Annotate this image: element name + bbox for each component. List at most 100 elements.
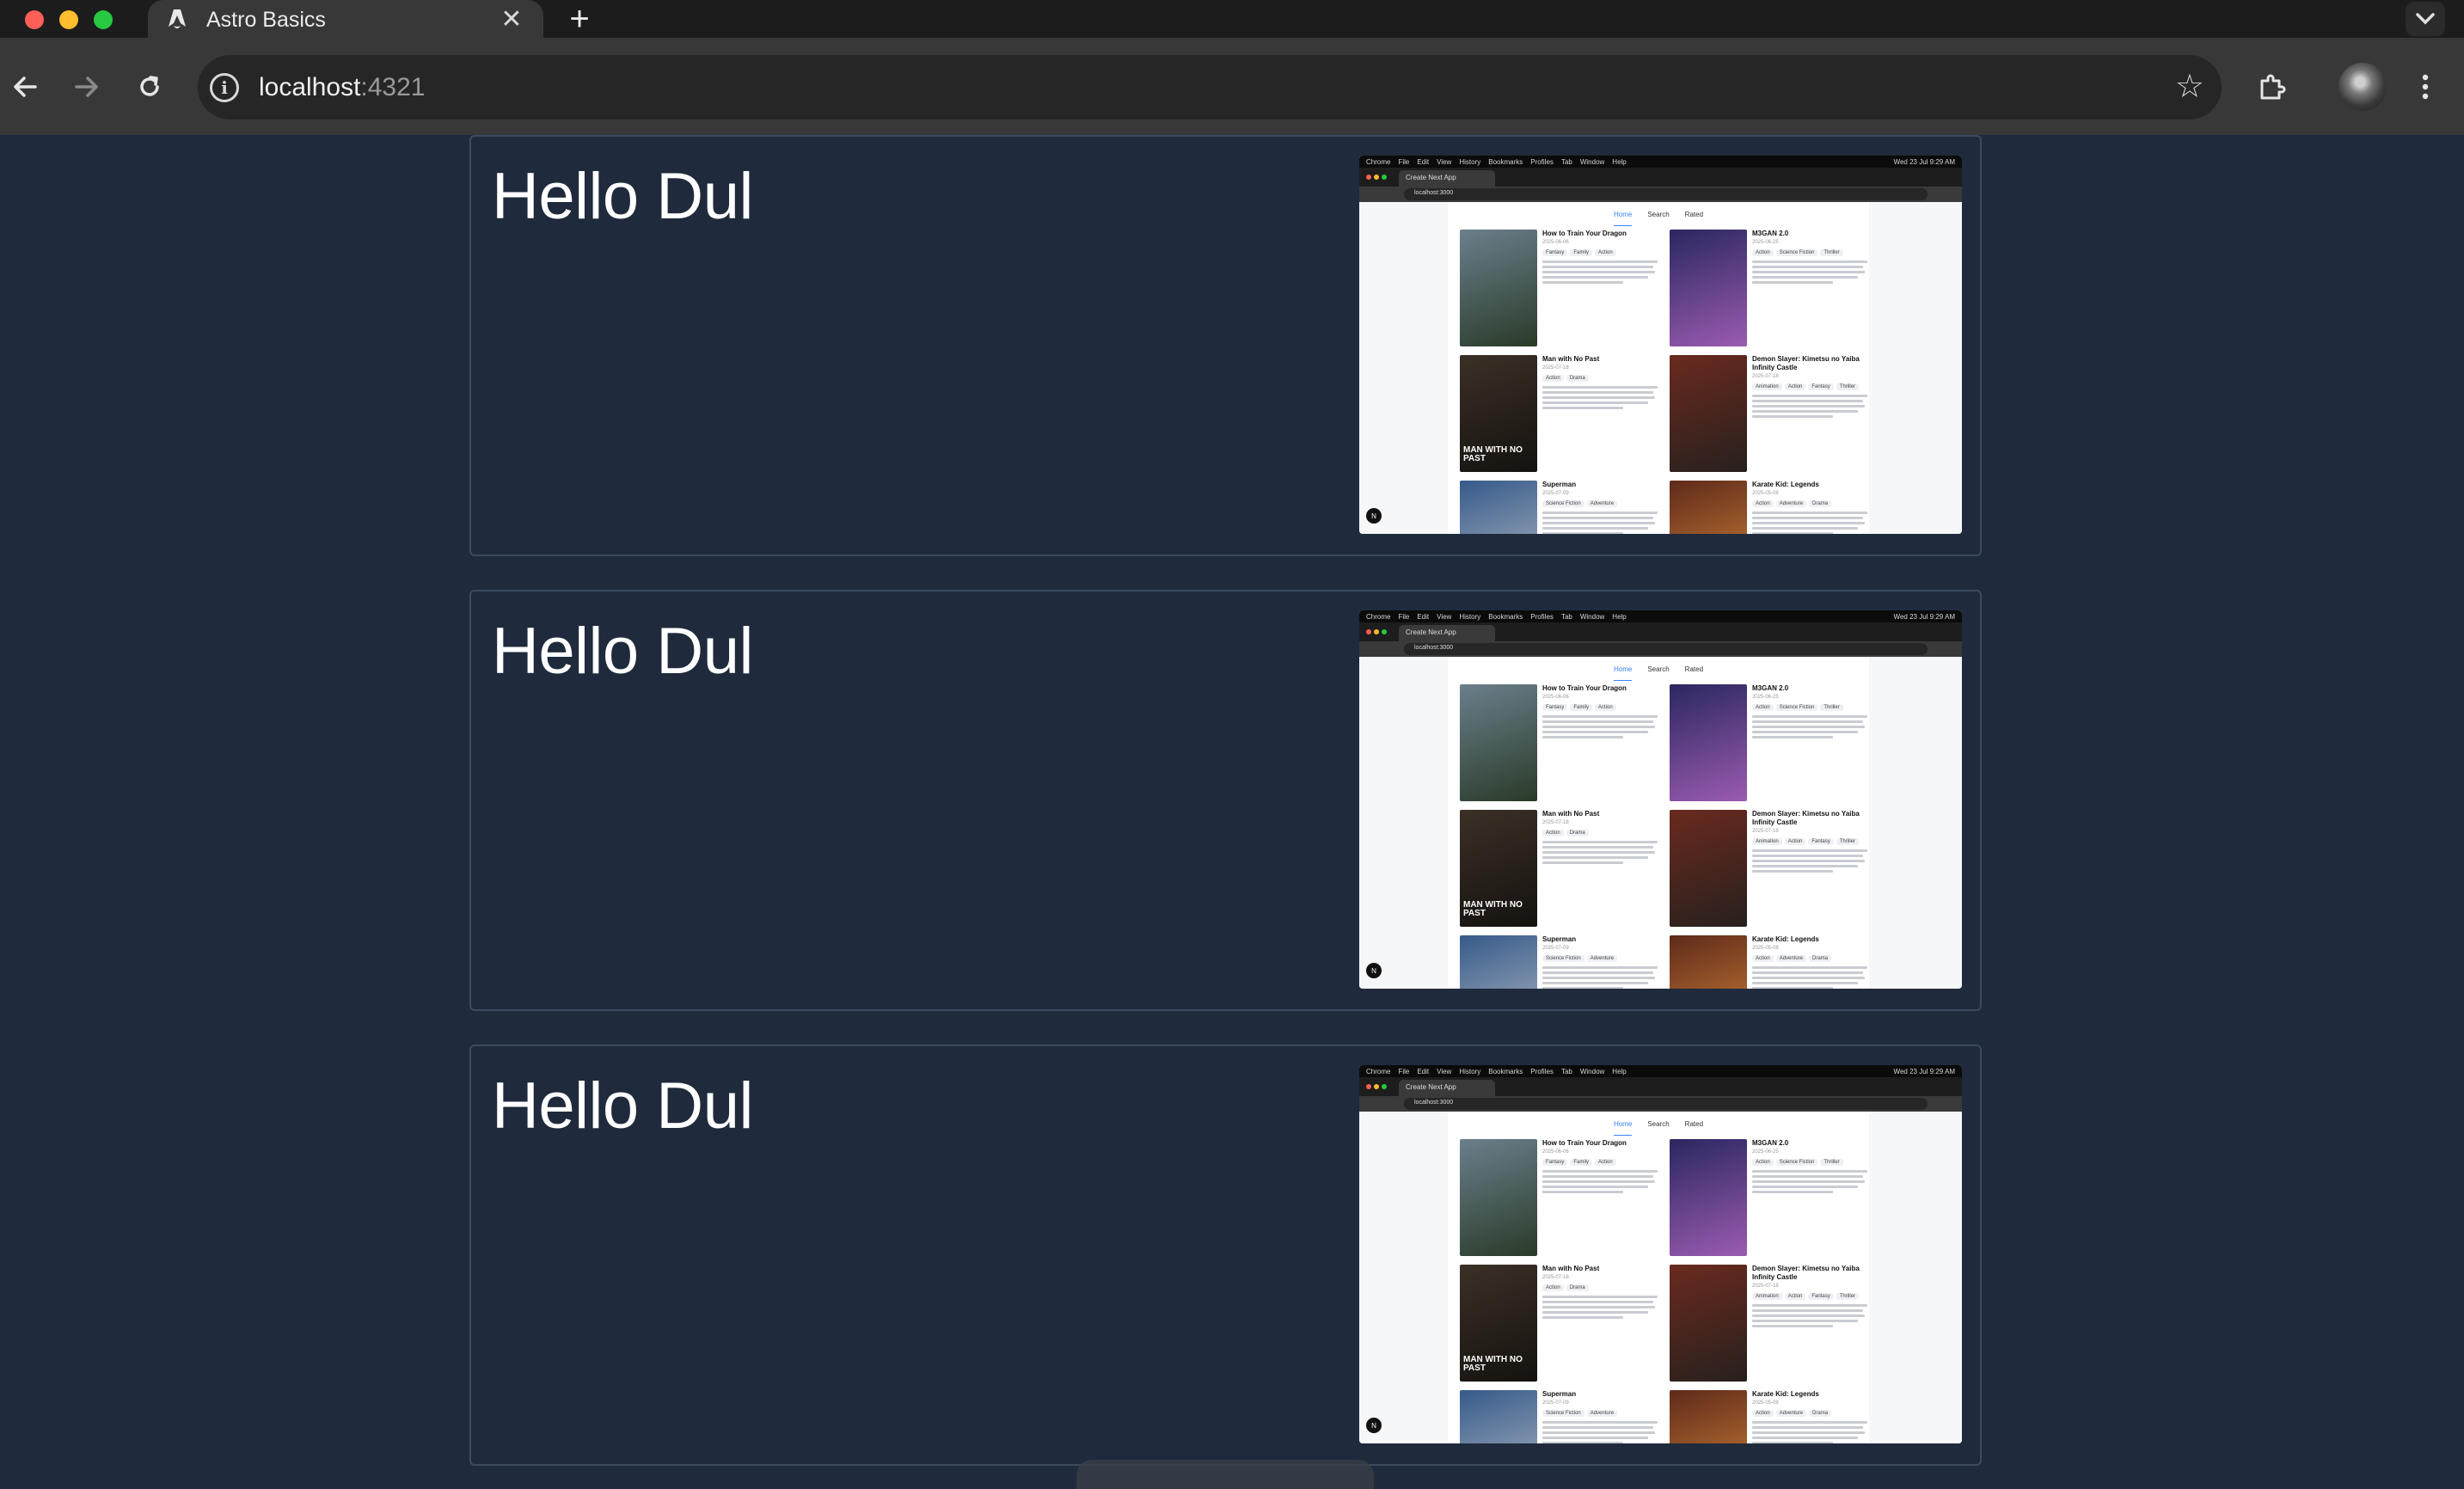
screenshot-menu-item: Help	[1612, 612, 1627, 621]
screenshot-genre-tag: Fantasy	[1808, 838, 1834, 845]
screenshot-address: localhost:3000	[1404, 188, 1928, 200]
screenshot-movie-tags: Action Science Fiction Thriller	[1752, 1159, 1867, 1166]
screenshot-tab-row: Create Next App	[1359, 622, 1962, 641]
screenshot-movie-card: How to Train Your Dragon 2025-06-06 Fantas…	[1460, 230, 1658, 346]
screenshot-menu-item: Edit	[1417, 157, 1430, 166]
screenshot-genre-tag: Thriller	[1820, 1159, 1843, 1166]
card-title: Hello Dul	[492, 160, 753, 233]
screenshot-menu-item: Tab	[1560, 157, 1572, 166]
screenshot-menu-item: File	[1398, 157, 1410, 166]
screenshot-genre-tag: Drama	[1809, 955, 1832, 962]
card-title: Hello Dul	[492, 1069, 753, 1143]
menu-button[interactable]	[2400, 62, 2450, 112]
screenshot-movie-description	[1542, 1296, 1658, 1319]
screenshot-movie-date: 2025-07-09	[1542, 946, 1569, 951]
new-tab-button[interactable]: +	[563, 2, 596, 36]
screenshot-movie-title: Man with No Past	[1542, 355, 1600, 363]
screenshot-genre-tag: Thriller	[1820, 249, 1843, 256]
screenshot-movie-title: M3GAN 2.0	[1752, 1139, 1789, 1147]
screenshot-movie-date: 2025-06-06	[1542, 240, 1569, 245]
screenshot-tab: Create Next App	[1399, 625, 1495, 641]
screenshot-genre-tag: Adventure	[1775, 1410, 1807, 1417]
screenshot-movie-card: Demon Slayer: Kimetsu no Yaiba Infinity …	[1670, 1265, 1867, 1382]
screenshot-movie-info: Superman 2025-07-09 Science Fiction Adventu…	[1542, 935, 1658, 989]
screenshot-menu-item: Help	[1612, 157, 1627, 166]
screenshot-movie-tags: Fantasy Family Action	[1542, 1159, 1658, 1166]
screenshot-genre-tag: Action	[1752, 704, 1774, 711]
screenshot-movie-poster	[1670, 1139, 1747, 1256]
profile-avatar[interactable]	[2338, 63, 2387, 111]
screenshot-movie-description	[1752, 512, 1867, 534]
screenshot-genre-tag: Action	[1595, 249, 1616, 256]
post-card: Hello Dul Chrome File Edit View History Bookm…	[469, 135, 1982, 556]
extensions-button[interactable]	[2247, 62, 2297, 112]
screenshot-nav-item: Home	[1613, 1120, 1633, 1136]
tab-astro-basics[interactable]: Astro Basics ✕	[148, 0, 543, 40]
screenshot-movie-poster	[1670, 1390, 1747, 1443]
forward-button[interactable]	[62, 62, 112, 112]
screenshot-genre-tag: Action	[1542, 375, 1564, 382]
more-vertical-icon	[2422, 74, 2429, 100]
screenshot-menu-item: Help	[1612, 1067, 1627, 1075]
screenshot-window-dot	[1382, 175, 1387, 180]
screenshot-movie-tags: Science Fiction Adventure	[1542, 500, 1658, 507]
screenshot-movie-date: 2025-07-09	[1542, 1400, 1569, 1406]
tab-search-button[interactable]	[2406, 2, 2445, 36]
screenshot-movie-info: Demon Slayer: Kimetsu no Yaiba Infinity …	[1752, 1265, 1867, 1382]
screenshot-nav-item: Rated	[1684, 665, 1704, 673]
screenshot-movie-title: Demon Slayer: Kimetsu no Yaiba Infinity …	[1752, 1265, 1860, 1281]
screenshot-movie-tags: Action Adventure Drama	[1752, 955, 1867, 962]
screenshot-nav: Home Search Rated	[1448, 657, 1869, 681]
screenshot-window-dot	[1366, 1084, 1371, 1089]
tab-strip: Astro Basics ✕ +	[0, 0, 2464, 40]
back-button[interactable]	[0, 62, 50, 112]
screenshot-window-dot	[1366, 629, 1371, 634]
screenshot-genre-tag: Fantasy	[1542, 1159, 1568, 1166]
screenshot-genre-tag: Fantasy	[1542, 704, 1568, 711]
screenshot-genre-tag: Thriller	[1836, 1293, 1860, 1300]
screenshot-movie-info: Superman 2025-07-09 Science Fiction Adventu…	[1542, 1390, 1658, 1443]
minimize-window-button[interactable]	[59, 10, 78, 29]
close-window-button[interactable]	[25, 10, 44, 29]
screenshot-nav-item: Search	[1647, 1120, 1670, 1128]
screenshot-genre-tag: Action	[1595, 704, 1616, 711]
screenshot-movie-date: 2025-05-08	[1752, 1400, 1779, 1406]
screenshot-content: Home Search Rated How to Train Your Dragon 2…	[1448, 202, 1869, 534]
screenshot-nav-item: Search	[1647, 665, 1670, 673]
screenshot-genre-tag: Action	[1752, 1410, 1774, 1417]
screenshot-movie-tags: Action Adventure Drama	[1752, 1410, 1867, 1417]
reload-icon	[140, 76, 159, 96]
site-info-icon[interactable]: i	[210, 72, 239, 102]
screenshot-movie-date: 2025-05-08	[1752, 491, 1779, 496]
screenshot-movie-info: Demon Slayer: Kimetsu no Yaiba Infinity …	[1752, 810, 1867, 927]
screenshot-genre-tag: Fantasy	[1542, 249, 1568, 256]
screenshot-movie-card: M3GAN 2.0 2025-06-25 Action Science Fiction…	[1670, 230, 1867, 346]
screenshot-genre-tag: Action	[1752, 1159, 1774, 1166]
screenshot-movie-date: 2025-07-18	[1752, 374, 1779, 379]
screenshot-movie-title: How to Train Your Dragon	[1542, 230, 1627, 237]
address-bar[interactable]: i localhost :4321 ☆	[198, 55, 2222, 119]
screenshot-movie-title: Man with No Past	[1542, 1265, 1600, 1272]
screenshot-genre-tag: Science Fiction	[1542, 955, 1584, 962]
screenshot-movie-poster	[1670, 935, 1747, 989]
screenshot-menu-item: View	[1437, 612, 1452, 621]
chevron-down-icon	[2416, 13, 2435, 25]
bookmark-star-icon[interactable]: ☆	[2175, 70, 2204, 103]
screenshot-genre-tag: Drama	[1566, 375, 1589, 382]
screenshot-movie-card: How to Train Your Dragon 2025-06-06 Fantas…	[1460, 684, 1658, 801]
screenshot-genre-tag: Science Fiction	[1775, 1159, 1818, 1166]
screenshot-movie-grid: How to Train Your Dragon 2025-06-06 Fantas…	[1448, 226, 1869, 534]
reload-button[interactable]	[125, 62, 175, 112]
screenshot-movie-title: Demon Slayer: Kimetsu no Yaiba Infinity …	[1752, 810, 1860, 826]
card-screenshot-image: Chrome File Edit View History Bookmarks Profil…	[1359, 1065, 1962, 1443]
screenshot-movie-tags: Action Science Fiction Thriller	[1752, 704, 1867, 711]
screenshot-movie-info: Karate Kid: Legends 2025-05-08 Action Adven…	[1752, 1390, 1867, 1443]
screenshot-movie-date: 2025-07-18	[1752, 1284, 1779, 1289]
screenshot-clock: Wed 23 Jul 9:29 AM	[1893, 1067, 1955, 1075]
screenshot-movie-card: Karate Kid: Legends 2025-05-08 Action Adven…	[1670, 481, 1867, 534]
close-tab-icon[interactable]: ✕	[499, 7, 524, 33]
screenshot-window-dot	[1374, 629, 1379, 634]
fullscreen-window-button[interactable]	[94, 10, 113, 29]
card-title: Hello Dul	[492, 615, 753, 688]
screenshot-movie-card: How to Train Your Dragon 2025-06-06 Fantas…	[1460, 1139, 1658, 1256]
